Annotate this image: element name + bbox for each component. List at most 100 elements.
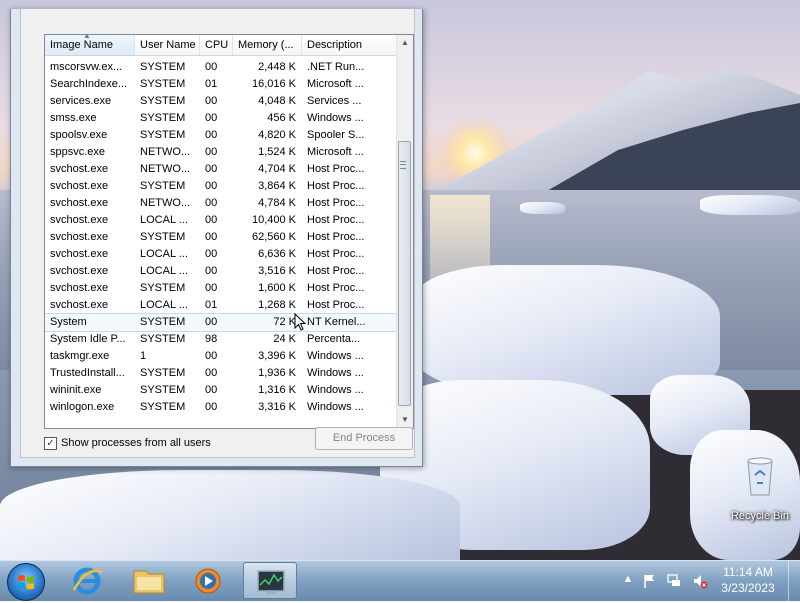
cell-image: System Idle P... [50, 333, 126, 345]
cell-user: SYSTEM [140, 95, 186, 107]
table-row[interactable]: svchost.exe LOCAL ... 00 3,516 K Host Proc..… [45, 263, 399, 280]
table-row[interactable]: svchost.exe LOCAL ... 00 10,400 K Host Proc.… [45, 212, 399, 229]
column-header-description[interactable]: Description [302, 35, 374, 55]
table-row[interactable]: sppsvc.exe NETWO... 00 1,524 K Microsoft ... [45, 144, 399, 161]
scroll-up-arrow-icon[interactable]: ▲ [397, 35, 413, 51]
cell-cpu: 00 [205, 61, 218, 73]
cell-cpu: 00 [205, 146, 218, 158]
recycle-bin-icon [747, 457, 773, 496]
table-row[interactable]: svchost.exe SYSTEM 00 62,560 K Host Proc... [45, 229, 399, 246]
table-row[interactable]: wininit.exe SYSTEM 00 1,316 K Windows ... [45, 382, 399, 399]
table-row[interactable]: services.exe SYSTEM 00 4,048 K Services ... [45, 93, 399, 110]
cell-user: SYSTEM [140, 316, 186, 328]
column-header-memory[interactable]: Memory (... [233, 35, 302, 55]
recycle-bin[interactable]: Recycle Bin [728, 455, 792, 522]
table-row[interactable]: System Idle P... SYSTEM 98 24 K Percenta... [45, 331, 399, 348]
cell-memory: 4,820 K [258, 129, 296, 141]
table-row[interactable]: taskmgr.exe 1 00 3,396 K Windows ... [45, 348, 399, 365]
scroll-down-arrow-icon[interactable]: ▼ [397, 412, 413, 428]
cell-image: svchost.exe [50, 163, 109, 175]
cell-cpu: 00 [205, 350, 218, 362]
start-button[interactable] [7, 563, 45, 601]
cell-memory: 3,516 K [258, 265, 296, 277]
cell-memory: 6,636 K [258, 248, 296, 260]
sort-ascending-icon: ▲ [83, 35, 91, 40]
cell-desc: Microsoft ... [307, 78, 364, 90]
system-clock[interactable]: 11:14 AM 3/23/2023 [715, 564, 781, 596]
cell-image: SearchIndexe... [50, 78, 128, 90]
cell-memory: 3,864 K [258, 180, 296, 192]
task-manager-window[interactable]: ▲ Image Name User Name CPU Memory (... D… [10, 9, 423, 467]
notification-area: ▲ [616, 561, 716, 601]
vertical-scrollbar[interactable]: ▲ ▼ [396, 35, 413, 428]
cell-cpu: 00 [205, 316, 218, 328]
cell-cpu: 98 [205, 333, 218, 345]
column-header-image-name[interactable]: ▲ Image Name [45, 35, 135, 55]
table-row[interactable]: mscorsvw.ex... SYSTEM 00 2,448 K .NET Run... [45, 59, 399, 76]
process-list[interactable]: ▲ Image Name User Name CPU Memory (... D… [44, 34, 414, 429]
action-center-flag-icon[interactable] [642, 573, 658, 589]
folder-icon [133, 570, 165, 594]
clock-date: 3/23/2023 [721, 581, 775, 595]
process-rows: mscorsvw.ex... SYSTEM 00 2,448 K .NET Run...… [45, 59, 400, 416]
scrollbar-thumb[interactable] [398, 141, 411, 406]
cell-memory: 4,704 K [258, 163, 296, 175]
cell-desc: Windows ... [307, 350, 364, 362]
cell-image: TrustedInstall... [50, 367, 125, 379]
column-header-user-name[interactable]: User Name [135, 35, 200, 55]
cell-desc: Host Proc... [307, 180, 365, 192]
cell-user: SYSTEM [140, 180, 186, 192]
column-header-cpu[interactable]: CPU [200, 35, 233, 55]
table-row[interactable]: svchost.exe SYSTEM 00 3,864 K Host Proc... [45, 178, 399, 195]
cell-cpu: 00 [205, 231, 218, 243]
table-row[interactable]: svchost.exe LOCAL ... 01 1,268 K Host Proc..… [45, 297, 399, 314]
cell-image: sppsvc.exe [50, 146, 106, 158]
cell-memory: 1,316 K [258, 384, 296, 396]
network-icon[interactable] [666, 573, 682, 589]
cell-image: svchost.exe [50, 282, 109, 294]
internet-explorer-taskbar-button[interactable] [60, 562, 114, 599]
show-hidden-icons-icon[interactable]: ▲ [620, 573, 636, 589]
table-row[interactable]: SearchIndexe... SYSTEM 01 16,016 K Microsoft… [45, 76, 399, 93]
cell-image: svchost.exe [50, 197, 109, 209]
table-row[interactable]: svchost.exe LOCAL ... 00 6,636 K Host Proc..… [45, 246, 399, 263]
cell-desc: Host Proc... [307, 299, 365, 311]
cell-desc: Services ... [307, 95, 362, 107]
cell-cpu: 00 [205, 95, 218, 107]
process-list-header: ▲ Image Name User Name CPU Memory (... D… [45, 35, 399, 56]
show-all-users-checkbox[interactable]: ✓ [44, 436, 57, 450]
recycle-bin-label: Recycle Bin [730, 510, 790, 522]
table-row[interactable]: smss.exe SYSTEM 00 456 K Windows ... [45, 110, 399, 127]
table-row[interactable]: svchost.exe NETWO... 00 4,704 K Host Proc... [45, 161, 399, 178]
table-row[interactable]: TrustedInstall... SYSTEM 00 1,936 K Windows … [45, 365, 399, 382]
end-process-button[interactable]: End Process [315, 427, 413, 450]
cell-desc: .NET Run... [307, 61, 365, 73]
table-row[interactable]: svchost.exe SYSTEM 00 1,600 K Host Proc... [45, 280, 399, 297]
windows-media-player-taskbar-button[interactable] [181, 562, 235, 599]
cell-image: svchost.exe [50, 180, 109, 192]
cell-user: NETWO... [140, 197, 191, 209]
cell-desc: Host Proc... [307, 163, 365, 175]
column-header-label: Memory (... [238, 39, 294, 51]
cell-desc: Spooler S... [307, 129, 365, 141]
cell-image: svchost.exe [50, 214, 109, 226]
task-manager-taskbar-button[interactable] [243, 562, 297, 599]
show-all-users-label[interactable]: Show processes from all users [61, 437, 211, 449]
cell-image: wininit.exe [50, 384, 102, 396]
cell-user: NETWO... [140, 163, 191, 175]
cell-user: SYSTEM [140, 129, 186, 141]
table-row[interactable]: spoolsv.exe SYSTEM 00 4,820 K Spooler S... [45, 127, 399, 144]
show-all-users-option[interactable]: ✓ Show processes from all users [44, 435, 211, 451]
clock-time: 11:14 AM [723, 565, 773, 579]
cell-user: LOCAL ... [140, 248, 188, 260]
table-row[interactable]: svchost.exe NETWO... 00 4,784 K Host Proc... [45, 195, 399, 212]
table-row[interactable]: System SYSTEM 00 72 K NT Kernel... [45, 313, 400, 332]
cell-memory: 4,784 K [258, 197, 296, 209]
windows-explorer-taskbar-button[interactable] [122, 562, 176, 599]
cell-user: SYSTEM [140, 231, 186, 243]
volume-muted-icon[interactable] [692, 573, 708, 589]
table-row[interactable]: winlogon.exe SYSTEM 00 3,316 K Windows ... [45, 399, 399, 416]
cell-memory: 2,448 K [258, 61, 296, 73]
show-desktop-button[interactable] [788, 561, 800, 601]
cell-memory: 4,048 K [258, 95, 296, 107]
